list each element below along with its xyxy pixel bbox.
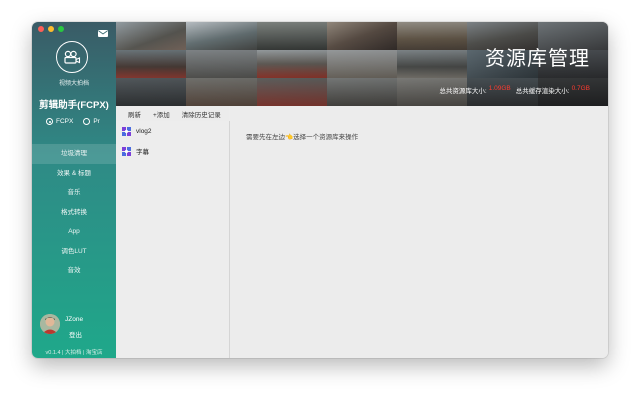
version-footer[interactable]: v0.1.4 | 大拍档 | 淘宝店 xyxy=(32,348,116,356)
logout-link[interactable]: 登出 xyxy=(69,329,82,339)
sidebar-item-app[interactable]: App xyxy=(32,222,116,242)
clear-history-button[interactable]: 清除历史记录 xyxy=(176,109,227,119)
library-toolbar: 刷新 +添加 清除历史记录 xyxy=(116,106,229,121)
window-controls xyxy=(38,26,64,32)
empty-state-hint: 需要先在左边👈选择一个资源库来操作 xyxy=(246,134,359,141)
radio-pr[interactable]: Pr xyxy=(83,118,100,125)
storage-stats: 总共资源库大小: 1.09GB 总共缓存渲染大小: 0.7GB xyxy=(439,85,590,95)
sidebar-item-effects-titles[interactable]: 效果 & 标题 xyxy=(32,164,116,184)
mail-icon[interactable] xyxy=(98,30,108,37)
app-window: 视频大拍档 剪辑助手(FCPX) FCPX Pr 垃圾清理 效果 & 标题 音乐… xyxy=(32,22,608,358)
library-list: vlog2 字幕 xyxy=(116,121,230,358)
radio-selected-icon xyxy=(46,118,53,125)
sidebar-item-format-convert[interactable]: 格式转换 xyxy=(32,203,116,223)
total-size-value: 1.09GB xyxy=(488,85,511,92)
radio-pr-label: Pr xyxy=(93,118,100,125)
radio-unselected-icon xyxy=(83,118,91,125)
user-name: JZone xyxy=(65,316,84,323)
radio-fcpx-label: FCPX xyxy=(56,118,74,125)
header-banner: 资源库管理 总共资源库大小: 1.09GB 总共缓存渲染大小: 0.7GB xyxy=(116,22,608,106)
refresh-button[interactable]: 刷新 xyxy=(116,109,147,119)
list-item[interactable]: 字幕 xyxy=(116,141,229,161)
sidebar-item-music[interactable]: 音乐 xyxy=(32,183,116,203)
content-pane: 需要先在左边👈选择一个资源库来操作 xyxy=(230,106,608,358)
library-name: vlog2 xyxy=(136,127,152,135)
maximize-window-button[interactable] xyxy=(58,26,64,32)
app-logo-icon xyxy=(56,41,88,73)
cache-size-value: 0.7GB xyxy=(571,85,590,92)
fcpx-library-icon xyxy=(122,126,131,136)
avatar xyxy=(40,314,60,334)
fcpx-library-icon xyxy=(122,146,131,156)
platform-radio-group: FCPX Pr xyxy=(46,118,100,125)
close-window-button[interactable] xyxy=(38,26,44,32)
radio-fcpx[interactable]: FCPX xyxy=(46,118,73,125)
sidebar-item-cleanup[interactable]: 垃圾清理 xyxy=(32,144,116,164)
cache-size-label: 总共缓存渲染大小: xyxy=(515,88,570,95)
app-title: 剪辑助手(FCPX) xyxy=(39,100,109,111)
library-name: 字幕 xyxy=(136,149,149,156)
page-title: 资源库管理 xyxy=(485,48,590,70)
sidebar: 视频大拍档 剪辑助手(FCPX) FCPX Pr 垃圾清理 效果 & 标题 音乐… xyxy=(32,22,116,358)
brand-name: 视频大拍档 xyxy=(58,81,89,87)
total-size-label: 总共资源库大小: xyxy=(439,88,487,95)
sidebar-nav: 垃圾清理 效果 & 标题 音乐 格式转换 App 调色LUT 音效 xyxy=(32,144,116,281)
minimize-window-button[interactable] xyxy=(48,26,54,32)
sidebar-item-sound-effects[interactable]: 音效 xyxy=(32,261,116,281)
add-library-button[interactable]: +添加 xyxy=(147,109,176,119)
sidebar-item-lut[interactable]: 调色LUT xyxy=(32,242,116,262)
list-item[interactable]: vlog2 xyxy=(116,121,229,141)
